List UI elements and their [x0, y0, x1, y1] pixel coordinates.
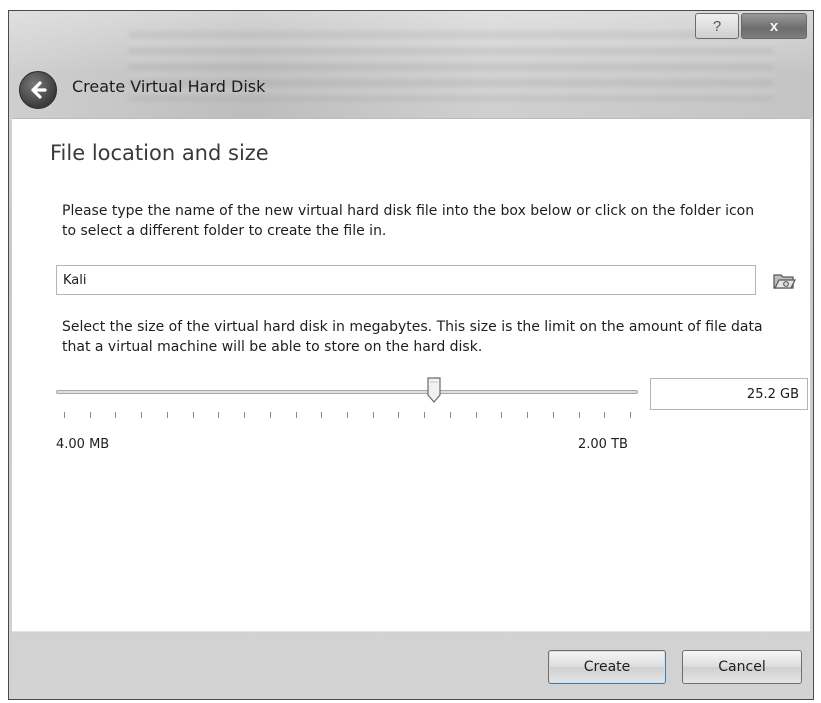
choose-folder-button[interactable]: [772, 269, 797, 291]
slider-tick: [269, 412, 271, 418]
slider-tick: [424, 412, 426, 418]
slider-tick: [630, 412, 631, 418]
slider-ticks: [56, 412, 638, 422]
page-title: File location and size: [50, 141, 269, 165]
folder-icon: [773, 274, 797, 289]
back-arrow-icon: [31, 81, 47, 99]
slider-tick: [347, 412, 348, 418]
slider-tick: [449, 412, 451, 418]
slider-tick: [372, 412, 374, 418]
cancel-button[interactable]: Cancel: [682, 650, 802, 684]
wizard-content: File location and size Please type the n…: [12, 118, 810, 632]
slider-tick: [321, 412, 323, 418]
size-input[interactable]: [650, 378, 808, 410]
slider-min-label: 4.00 MB: [56, 437, 110, 452]
dialog-window: ? x Create Virtual Hard Disk File locati…: [8, 10, 814, 700]
size-slider[interactable]: [56, 369, 638, 429]
slider-tick: [295, 412, 297, 418]
slider-tick: [115, 412, 117, 418]
slider-tick: [244, 412, 246, 418]
slider-tick: [89, 412, 91, 418]
slider-tick: [527, 412, 529, 418]
title-bar: ? x Create Virtual Hard Disk: [9, 11, 813, 118]
location-instructions: Please type the name of the new virtual …: [62, 203, 755, 239]
close-button[interactable]: x: [741, 13, 807, 39]
slider-max-label: 2.00 TB: [578, 437, 628, 452]
slider-tick: [218, 412, 220, 418]
slider-tick: [578, 412, 580, 418]
slider-tick: [552, 412, 554, 418]
slider-tick: [604, 412, 606, 418]
create-button[interactable]: Create: [548, 650, 666, 684]
slider-tick: [141, 412, 143, 418]
size-instructions: Select the size of the virtual hard disk…: [62, 319, 763, 355]
slider-tick: [64, 412, 65, 418]
slider-tick: [166, 412, 168, 418]
slider-tick: [475, 412, 477, 418]
back-button[interactable]: [19, 71, 57, 109]
slider-track[interactable]: [56, 390, 638, 394]
slider-tick: [192, 412, 194, 418]
slider-thumb[interactable]: [427, 377, 441, 403]
dialog-title: Create Virtual Hard Disk: [72, 77, 266, 96]
help-button[interactable]: ?: [695, 13, 739, 39]
file-name-input[interactable]: [56, 265, 756, 295]
slider-tick: [398, 412, 400, 418]
slider-tick: [501, 412, 503, 418]
